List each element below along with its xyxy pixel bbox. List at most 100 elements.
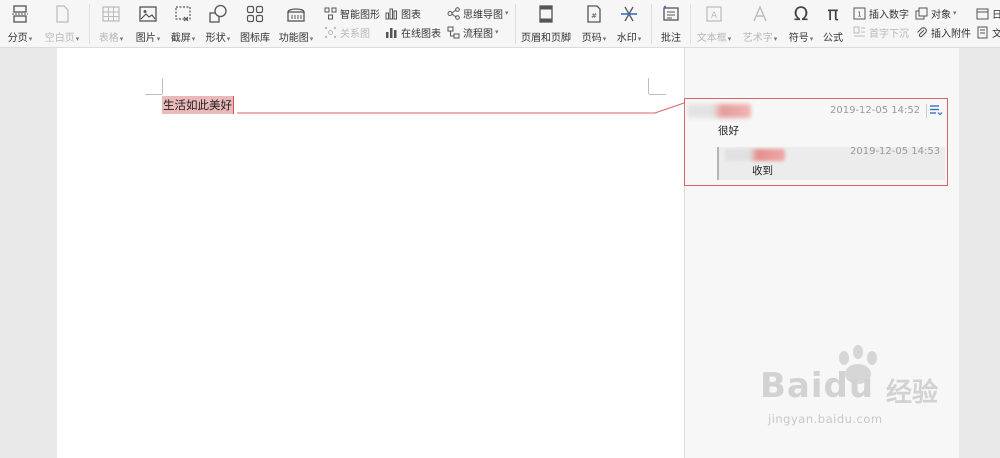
watermark-url: jingyan.baidu.com [768,412,883,426]
symbol-button[interactable]: Ω 符号▾ [786,2,816,46]
screenshot-icon [171,3,195,25]
textbox-label: 文本框 [696,33,727,44]
document-part-label: 文 [992,28,1000,40]
insert-ribbon: 分页▾ 空白页▾ 表格▾ 图片▾ 截屏▾ 形状▾ 图标库 功能图▾ 智能图形 关… [0,0,1000,48]
icon-library-label: 图标库 [240,33,270,44]
insert-number-label: 插入数字 [869,9,909,21]
formula-label: 公式 [823,33,843,44]
function-chart-button[interactable]: 功能图▾ [276,2,316,46]
paperclip-icon [914,25,928,39]
page-number-icon: # [582,3,606,25]
comment-card[interactable]: 2019-12-05 14:52 很好 2019-12-05 14:53 收到 [684,98,948,186]
icon-library-button[interactable]: 图标库 [238,2,272,46]
header-footer-button[interactable]: 页眉和页脚 [520,2,572,46]
blank-page-button[interactable]: 空白页▾ [40,2,84,46]
page-break-button[interactable]: 分页▾ [3,2,37,46]
date-label: 日 [992,9,1000,21]
watermark-cn: 经验 [886,378,939,408]
comment-label: 批注 [661,33,681,44]
relation-chart-icon [323,25,337,39]
relation-chart-button[interactable]: 关系图 [323,23,370,41]
flowchart-button[interactable]: 流程图 ▾ [446,23,499,41]
screenshot-label: 截屏 [170,33,191,44]
image-label: 图片 [135,33,156,44]
comment-button[interactable]: 批注 [656,2,686,46]
watermark-button[interactable]: 水印▾ [612,2,646,46]
function-chart-label: 功能图 [278,33,309,44]
icon-library-icon [243,3,267,25]
chart-label: 图表 [401,9,421,21]
relation-chart-label: 关系图 [340,28,370,40]
flowchart-icon [446,25,460,39]
screenshot-button[interactable]: 截屏▾ [166,2,200,46]
page-break-icon [8,3,32,25]
smart-graphic-button[interactable]: 智能图形 [323,4,380,22]
image-button[interactable]: 图片▾ [131,2,165,46]
svg-text:1: 1 [857,10,861,18]
date-button[interactable]: 日 [975,4,1000,22]
replier-avatar [725,149,785,161]
page-number-button[interactable]: # 页码▾ [577,2,611,46]
comment-text: 很好 [718,125,739,137]
shape-button[interactable]: 形状▾ [201,2,235,46]
insert-attachment-label: 插入附件 [931,28,971,40]
page-number-label: 页码 [581,33,602,44]
reply-text: 收到 [752,165,773,177]
table-button[interactable]: 表格▾ [94,2,128,46]
separator [515,4,516,44]
separator [651,4,652,44]
blank-page-icon [50,3,74,25]
commented-text[interactable]: 生活如此美好 [162,96,234,114]
textbox-icon: A [702,3,726,25]
online-chart-label: 在线图表 [401,28,441,40]
dropcap-button[interactable]: 首字下沉 [852,23,909,41]
insert-attachment-button[interactable]: 插入附件 [914,23,971,41]
svg-text:#: # [591,12,597,20]
watermark-icon [617,3,641,25]
online-chart-button[interactable]: 在线图表 [384,23,441,41]
textbox-button[interactable]: A 文本框▾ [694,2,734,46]
baidu-jingyan-watermark: Baidu 经验 jingyan.baidu.com [760,345,960,438]
object-button[interactable]: 对象 ▾ [914,4,957,22]
function-chart-icon [284,3,308,25]
shape-icon [206,3,230,25]
mindmap-label: 思维导图 [463,9,503,21]
crop-mark [648,78,649,94]
chart-icon [384,6,398,20]
object-icon [914,6,928,20]
watermark-label: 水印 [616,33,637,44]
comment-timestamp: 2019-12-05 14:52 [830,105,921,116]
calendar-icon [975,6,989,20]
flowchart-label: 流程图 [463,28,493,40]
insert-number-icon: 1 [852,6,866,20]
online-chart-icon [384,25,398,39]
watermark-brand: Baidu [760,366,875,406]
dropcap-icon [852,25,866,39]
comment-reply[interactable]: 2019-12-05 14:53 收到 [717,146,945,180]
omega-symbol-icon: Ω [793,3,809,25]
crop-mark [649,94,666,95]
mindmap-button[interactable]: 思维导图 ▾ [446,4,509,22]
pi-formula-icon: π [827,3,839,25]
table-label: 表格 [98,33,119,44]
blank-page-label: 空白页 [44,33,75,44]
document-part-button[interactable]: 文 [975,23,1000,41]
document-page[interactable] [57,48,684,458]
wordart-button[interactable]: 艺术字▾ [738,2,782,46]
shape-label: 形状 [205,33,226,44]
mindmap-icon [446,6,460,20]
chart-button[interactable]: 图表 [384,4,421,22]
table-icon [99,3,123,25]
document-icon [975,25,989,39]
commenter-avatar [687,104,751,118]
formula-button[interactable]: π 公式 [820,2,846,46]
symbol-label: 符号 [788,33,809,44]
svg-text:A: A [711,11,718,21]
comment-menu-icon[interactable] [926,104,943,118]
wordart-icon [748,3,772,25]
object-label: 对象 [931,9,951,21]
insert-number-button[interactable]: 1 插入数字 [852,4,909,22]
page-break-label: 分页 [7,33,28,44]
separator [690,4,691,44]
smart-graphic-label: 智能图形 [340,9,380,21]
